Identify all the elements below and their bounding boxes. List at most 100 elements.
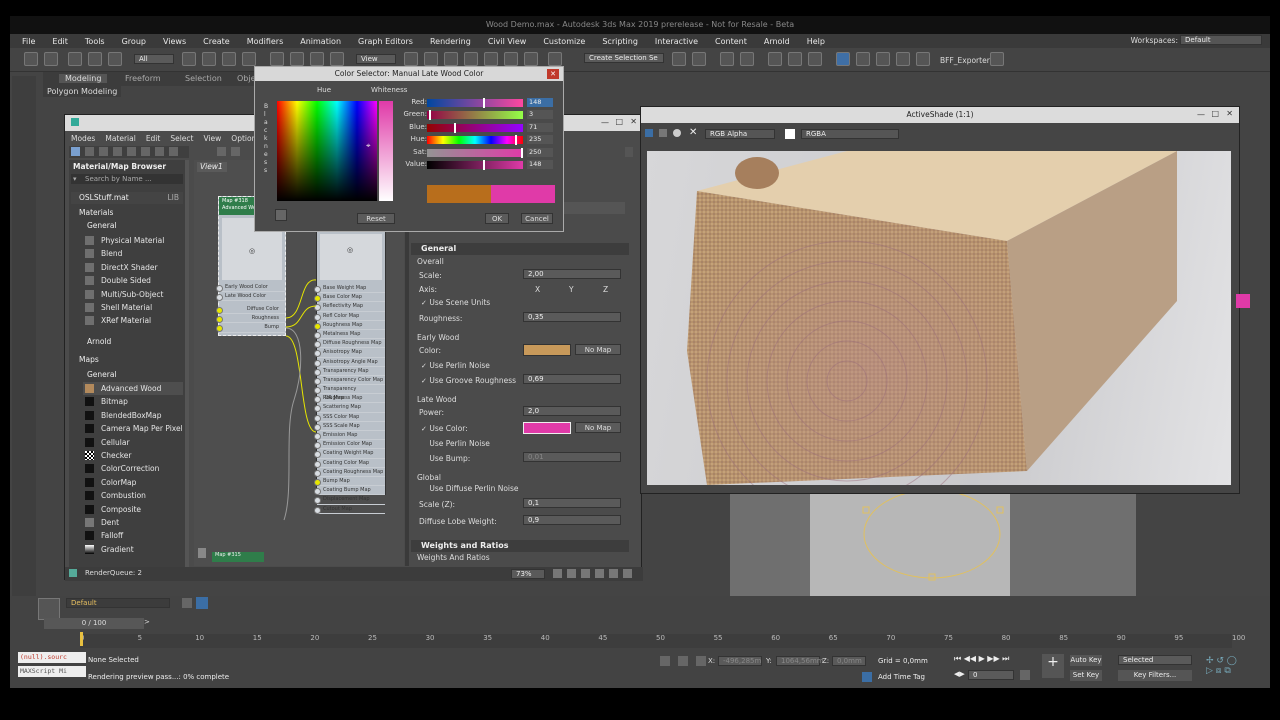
maxscript-mini[interactable]: MAXScript Mi [18, 666, 86, 677]
absolute-mode-icon[interactable] [696, 656, 706, 666]
channel-value-field[interactable]: 235 [527, 135, 553, 145]
map-item[interactable]: ColorMap [83, 476, 183, 489]
channel-slider-thumb[interactable] [453, 122, 456, 133]
curve-editor-icon[interactable] [788, 52, 802, 66]
move-children-icon[interactable] [141, 147, 150, 156]
time-tag-icon[interactable] [862, 672, 872, 682]
ribbon-tab-selection[interactable]: Selection [185, 74, 222, 83]
late-no-map-button[interactable]: No Map [575, 422, 621, 433]
dialog-close-icon[interactable]: ✕ [547, 69, 559, 79]
move-icon[interactable] [270, 52, 284, 66]
map-item[interactable]: Falloff [83, 529, 183, 542]
spinner-snap-icon[interactable] [524, 52, 538, 66]
channel-slider[interactable] [427, 123, 523, 132]
slate-menu-item[interactable]: Edit [146, 132, 161, 145]
whiteness-bar[interactable] [379, 101, 393, 201]
show-map-icon[interactable] [155, 147, 164, 156]
bind-space-warp-icon[interactable] [108, 52, 122, 66]
general-rollout-header[interactable]: General [411, 243, 629, 255]
materials-general-header[interactable]: General [79, 221, 117, 230]
menu-item[interactable]: Graph Editors [358, 37, 413, 46]
next-frame-icon[interactable]: > [144, 618, 150, 626]
map-item[interactable]: Advanced Wood [83, 382, 183, 396]
layout-all-icon[interactable] [217, 147, 226, 156]
menu-item[interactable]: Tools [85, 37, 105, 46]
select-by-name-icon[interactable] [202, 52, 216, 66]
mirror-icon[interactable] [672, 52, 686, 66]
reset-button[interactable]: Reset [357, 213, 395, 224]
node3[interactable]: Map #315 [212, 552, 264, 562]
display-color-swatch[interactable] [785, 129, 795, 139]
channel-slider-thumb[interactable] [428, 110, 431, 121]
current-frame-field[interactable]: 0 [968, 670, 1014, 680]
render-iterative-icon[interactable] [916, 52, 930, 66]
scale-spinner[interactable]: 2,00 [523, 269, 621, 279]
lobe-weight-spinner[interactable]: 0,9 [523, 515, 621, 525]
delete-icon[interactable] [127, 147, 136, 156]
add-time-tag[interactable]: Add Time Tag [878, 673, 925, 681]
map-item[interactable]: ColorCorrection [83, 462, 183, 475]
copy-image-icon[interactable] [659, 129, 667, 137]
menu-item[interactable]: Animation [300, 37, 341, 46]
hue-picker[interactable] [277, 101, 377, 201]
snap-icon[interactable] [464, 52, 478, 66]
map-item[interactable]: Bitmap [83, 395, 183, 408]
ribbon-tab-freeform[interactable]: Freeform [125, 74, 161, 83]
key-filters-button[interactable]: Key Filters... [1118, 670, 1192, 681]
workspace-select[interactable]: Default [1180, 35, 1262, 45]
navigator-icon[interactable] [623, 569, 632, 578]
as-minimize-icon[interactable]: — [1197, 110, 1205, 119]
bump-spinner[interactable]: 0,01 [523, 452, 621, 462]
keyboard-shortcut-icon[interactable] [444, 52, 458, 66]
render-production-icon[interactable] [896, 52, 910, 66]
rendered-frame-icon[interactable] [876, 52, 890, 66]
channel-value-field[interactable]: 148 [527, 159, 553, 169]
menu-item[interactable]: Civil View [488, 37, 527, 46]
unlink-icon[interactable] [88, 52, 102, 66]
power-spinner[interactable]: 2,0 [523, 406, 621, 416]
y-coord-field[interactable]: 1064,56mm [776, 656, 824, 666]
undo-icon[interactable] [24, 52, 38, 66]
as-close-icon[interactable]: ✕ [1226, 109, 1233, 118]
diffuse-perlin-check[interactable]: Use Diffuse Perlin Noise [421, 484, 518, 493]
late-perlin-check[interactable]: Use Perlin Noise [421, 439, 489, 448]
menu-item[interactable]: Modifiers [247, 37, 284, 46]
channel-slider[interactable] [427, 136, 523, 145]
ok-button[interactable]: OK [485, 213, 509, 224]
render-setup-icon[interactable] [856, 52, 870, 66]
slate-menu-item[interactable]: Modes [71, 132, 95, 145]
library-row[interactable]: OSLStuff.mat LIB [71, 192, 183, 204]
link-icon[interactable] [68, 52, 82, 66]
channel-slider[interactable] [427, 111, 523, 120]
channel-value-field[interactable]: 148 [527, 98, 553, 107]
map-item[interactable]: Cellular [83, 436, 183, 449]
menu-item[interactable]: Content [715, 37, 747, 46]
scale-icon[interactable] [310, 52, 324, 66]
map-item[interactable]: Gradient [83, 543, 183, 556]
map-item[interactable]: Composite [83, 503, 183, 516]
menu-item[interactable]: Views [163, 37, 186, 46]
nav-icon[interactable] [198, 548, 206, 558]
select-tool-icon[interactable] [71, 147, 80, 156]
set-key-plus-icon[interactable]: + [1042, 654, 1064, 678]
playback-controls[interactable]: ⏮ ◀◀ ▶ ▶▶ ⏭ [954, 654, 1009, 664]
render-viewport[interactable] [647, 151, 1231, 485]
map-item[interactable]: Checker [83, 449, 183, 462]
window-crossing-icon[interactable] [242, 52, 256, 66]
early-perlin-check[interactable]: ✓ Use Perlin Noise [421, 361, 490, 370]
close-icon[interactable]: ✕ [630, 117, 637, 126]
time-slider[interactable]: 0 / 100 [44, 618, 144, 629]
bff-exporter-button[interactable]: BFF_Exporter [940, 56, 990, 65]
maximize-icon[interactable]: □ [615, 117, 623, 126]
use-scene-units-check[interactable]: ✓ Use Scene Units [421, 298, 490, 307]
layer-properties-icon[interactable] [196, 597, 208, 609]
zoom-region-icon[interactable] [581, 569, 590, 578]
early-color-swatch[interactable] [523, 344, 571, 356]
menu-item[interactable]: Arnold [764, 37, 790, 46]
region-select-icon[interactable] [222, 52, 236, 66]
schematic-view-icon[interactable] [808, 52, 822, 66]
channel-value-field[interactable]: 71 [527, 122, 553, 132]
material-item[interactable]: Double Sided [83, 274, 183, 287]
z-coord-field[interactable]: 0,0mm [832, 656, 866, 666]
channel-slider-thumb[interactable] [482, 159, 485, 170]
